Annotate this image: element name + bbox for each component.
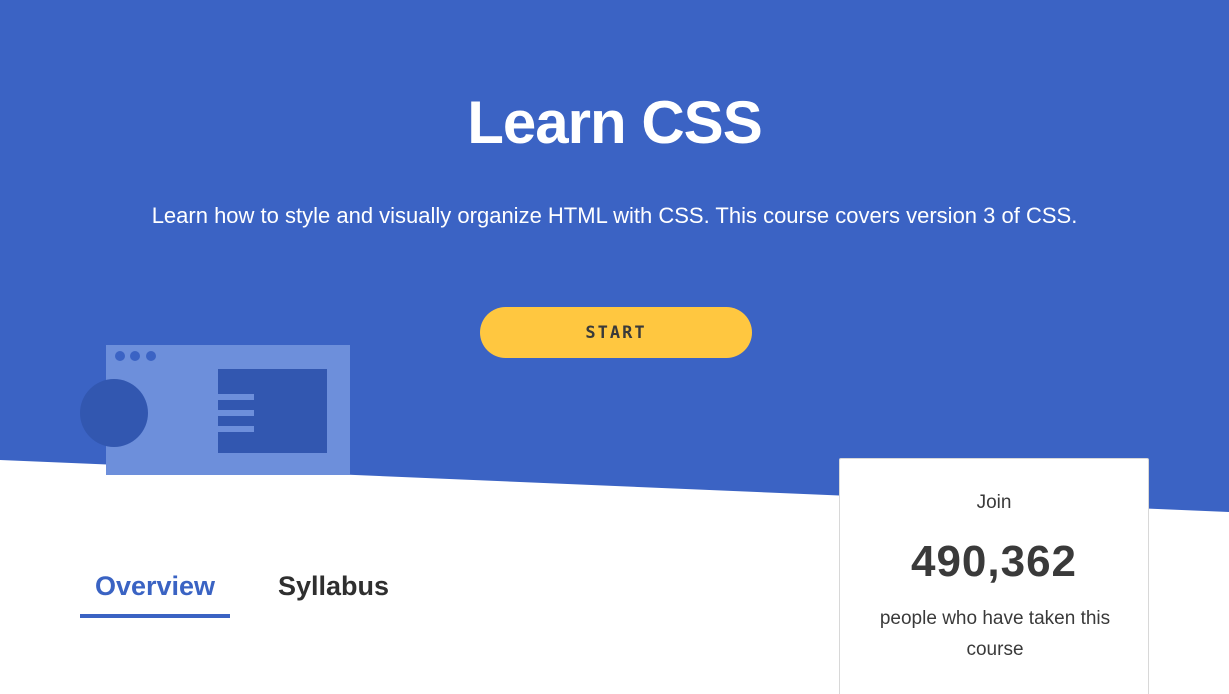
learner-count: 490,362 [910, 537, 1078, 586]
page-title: Learn CSS [467, 89, 762, 156]
join-stats-card: Join 490,362 people who have taken this … [839, 458, 1149, 694]
course-page: Learn CSS Learn how to style and visuall… [0, 0, 1229, 694]
learner-count-caption: people who have taken this course [879, 608, 1111, 660]
course-description: Learn how to style and visually organize… [151, 203, 1078, 228]
start-button[interactable]: START [480, 307, 752, 358]
active-tab-indicator [80, 614, 230, 618]
join-label: Join [976, 492, 1012, 513]
tab-syllabus[interactable]: Syllabus [278, 566, 389, 606]
tab-overview[interactable]: Overview [80, 566, 230, 606]
